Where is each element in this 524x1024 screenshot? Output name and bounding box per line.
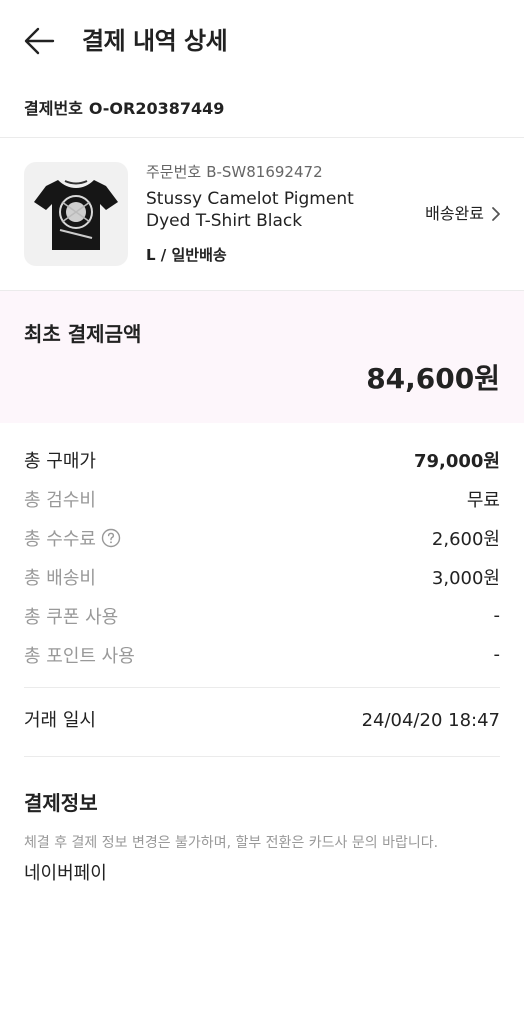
initial-payment-amount: 84,600원 (366, 362, 500, 395)
transaction-date-value: 24/04/20 18:47 (361, 710, 500, 731)
breakdown-label: 총 구매가 (24, 450, 96, 472)
breakdown-row-purchase: 총 구매가 79,000원 (24, 440, 500, 479)
breakdown-label: 총 수수료 (24, 528, 96, 550)
breakdown-value: - (493, 644, 501, 665)
chevron-right-icon (492, 207, 500, 221)
arrow-left-icon (24, 27, 55, 55)
breakdown-label: 총 쿠폰 사용 (24, 606, 119, 628)
breakdown-row-inspection: 총 검수비 무료 (24, 479, 500, 518)
payment-number-value: O-OR20387449 (88, 99, 225, 118)
product-option: L / 일반배송 (146, 246, 227, 264)
payment-number-row: 결제번호 O-OR20387449 (24, 96, 224, 122)
breakdown-label: 총 배송비 (24, 567, 96, 589)
breakdown-row-point: 총 포인트 사용 - (24, 635, 500, 674)
transaction-date-row: 거래 일시 24/04/20 18:47 (24, 706, 500, 736)
payment-number-label: 결제번호 (24, 99, 83, 118)
divider (24, 687, 500, 688)
breakdown-row-shipping: 총 배송비 3,000원 (24, 557, 500, 596)
breakdown-row-coupon: 총 쿠폰 사용 - (24, 596, 500, 635)
header: 결제 내역 상세 (0, 0, 524, 82)
payment-info-note: 체결 후 결제 정보 변경은 불가하며, 할부 전환은 카드사 문의 바랍니다. (24, 835, 439, 851)
breakdown-value: 3,000원 (431, 567, 500, 589)
payment-method: 네이버페이 (24, 863, 107, 884)
delivery-status-link[interactable]: 배송완료 (425, 202, 502, 226)
breakdown-label-wrap: 총 수수료 (24, 525, 121, 551)
order-number-row: 주문번호 B-SW81692472 (146, 162, 323, 182)
tshirt-icon (34, 180, 118, 250)
initial-payment-label: 최초 결제금액 (24, 322, 142, 346)
divider (24, 756, 500, 757)
product-name: Stussy Camelot Pigment Dyed T-Shirt Blac… (146, 189, 354, 231)
initial-payment-section: 최초 결제금액 84,600원 (0, 291, 524, 423)
breakdown-value: 무료 (466, 489, 500, 511)
back-button[interactable] (22, 24, 58, 58)
delivery-status-label: 배송완료 (425, 204, 484, 223)
breakdown-value: - (493, 605, 501, 626)
product-card[interactable]: 주문번호 B-SW81692472 Stussy Camelot Pigment … (0, 138, 524, 290)
question-circle-icon[interactable] (101, 528, 121, 548)
order-number-label: 주문번호 (146, 163, 202, 181)
page-title: 결제 내역 상세 (82, 27, 228, 55)
price-breakdown: 총 구매가 79,000원 총 검수비 무료 총 수수료 2,600원 총 배송… (24, 440, 500, 674)
order-number-value: B-SW81692472 (206, 163, 323, 181)
breakdown-row-fee: 총 수수료 2,600원 (24, 518, 500, 557)
payment-info-title: 결제정보 (24, 791, 98, 815)
transaction-date-label: 거래 일시 (24, 710, 96, 731)
breakdown-value: 79,000원 (413, 450, 500, 472)
breakdown-value: 2,600원 (431, 528, 500, 550)
breakdown-label: 총 포인트 사용 (24, 645, 135, 667)
breakdown-label: 총 검수비 (24, 489, 96, 511)
product-thumbnail (24, 162, 128, 266)
